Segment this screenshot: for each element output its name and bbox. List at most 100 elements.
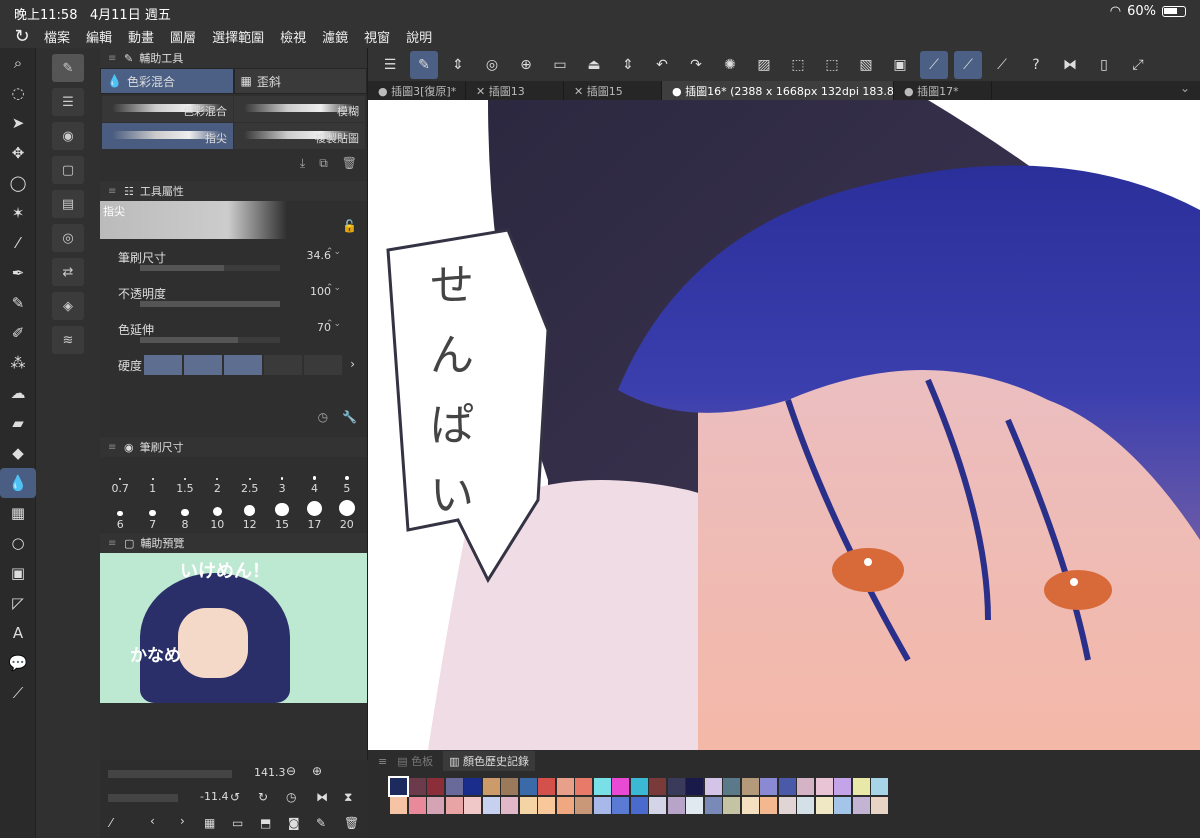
color-swatch[interactable] <box>445 778 463 795</box>
brush-blur[interactable]: 模糊 <box>234 96 365 122</box>
color-swatch[interactable] <box>667 797 685 814</box>
operation-icon[interactable]: ➤ <box>0 108 36 138</box>
color-swatch[interactable] <box>741 797 759 814</box>
edit-icon[interactable]: ✎ <box>316 816 326 830</box>
color-swatch[interactable] <box>482 778 500 795</box>
menu-help[interactable]: 說明 <box>406 27 432 46</box>
pencil-icon[interactable]: ✎ <box>0 288 36 318</box>
new-file-icon[interactable]: ⊕ <box>512 51 540 79</box>
color-swatch[interactable] <box>686 797 703 814</box>
brush-finger[interactable]: 指尖 <box>102 123 233 149</box>
navigator-preview[interactable]: いけめん！ かなめ <box>100 553 367 703</box>
drawing-canvas[interactable]: せんぱい <box>368 100 1200 750</box>
brush-size-option[interactable]: 6 <box>104 495 136 531</box>
snap-ruler-icon[interactable]: ⟋ <box>920 50 948 79</box>
doc-tab[interactable]: ✕ 插圖13 <box>466 81 564 100</box>
transform-icon[interactable]: ⬚ <box>784 51 812 79</box>
lasso-icon[interactable]: ◯ <box>0 168 36 198</box>
color-swatch[interactable] <box>741 778 759 795</box>
open-folder-icon[interactable]: ▭ <box>546 51 574 79</box>
color-swatch[interactable] <box>760 797 777 814</box>
prop-opacity[interactable]: 不透明度 100 ⌃⌄ <box>100 275 367 311</box>
loading-icon[interactable]: ✺ <box>716 51 744 79</box>
tab-distort[interactable]: ▦ 歪斜 <box>233 68 367 94</box>
doc-tab-active[interactable]: ● 插圖16* (2388 x 1668px 132dpi 183.8%) <box>662 81 894 100</box>
color-swatch[interactable] <box>575 797 592 814</box>
brush-size-option[interactable]: 4 <box>298 459 330 495</box>
gradient-icon[interactable]: ▦ <box>0 498 36 528</box>
forward-icon[interactable]: › <box>180 814 185 828</box>
color-swatch[interactable] <box>815 797 833 814</box>
menu-animation[interactable]: 動畫 <box>128 27 154 46</box>
tool-property-panel-icon[interactable]: ☰ <box>52 88 84 116</box>
hardness-selector[interactable] <box>144 355 342 375</box>
phone-icon[interactable]: ▯ <box>1090 51 1118 79</box>
wrench-icon[interactable]: 🔧 <box>342 410 357 424</box>
prop-slider[interactable] <box>140 301 280 307</box>
color-swatch[interactable] <box>519 778 537 795</box>
color-swatch[interactable] <box>427 797 444 814</box>
brush-size-option[interactable]: 2 <box>201 459 233 495</box>
sub-tool-panel-icon[interactable]: ✎ <box>52 54 84 82</box>
color-swatch[interactable] <box>501 797 518 814</box>
reset-icon[interactable]: ◷ <box>318 410 328 424</box>
layer-property-icon[interactable]: ◈ <box>52 292 84 320</box>
brush-size-option[interactable]: 1.5 <box>169 459 201 495</box>
color-swatch[interactable] <box>630 797 648 814</box>
color-swatch[interactable] <box>593 778 611 795</box>
color-swatch[interactable] <box>852 797 870 814</box>
stepper-icon[interactable]: ⌃⌄ <box>326 283 341 293</box>
zoom-in-icon[interactable]: ⊕ <box>312 764 322 778</box>
prop-hardness[interactable]: 硬度 › <box>100 347 367 383</box>
color-swatch[interactable] <box>704 797 722 814</box>
rotate-left-icon[interactable]: ↺ <box>230 790 240 804</box>
zoom-slider[interactable] <box>108 770 232 778</box>
redo-icon[interactable]: ↷ <box>682 51 710 79</box>
fill-icon[interactable]: ◆ <box>0 438 36 468</box>
menu-filter[interactable]: 濾鏡 <box>322 27 348 46</box>
eyedropper-icon[interactable]: ⁄ <box>0 228 36 258</box>
color-swatch[interactable] <box>593 797 611 814</box>
brush-size-option[interactable]: 3 <box>266 459 298 495</box>
deselect-icon[interactable]: ⬚ <box>818 51 846 79</box>
color-swatch[interactable] <box>501 778 518 795</box>
stepper-icon[interactable]: ⌃⌄ <box>326 247 341 257</box>
figure-icon[interactable]: ○ <box>0 528 36 558</box>
brush-size-option[interactable]: 15 <box>266 495 298 531</box>
angle-slider[interactable] <box>108 794 178 802</box>
history-panel-icon[interactable]: ⇄ <box>52 258 84 286</box>
tabs-dropdown-icon[interactable]: ⌄ <box>1180 81 1200 100</box>
ruler-icon[interactable]: ◸ <box>0 588 36 618</box>
navigator-panel-icon[interactable]: ▢ <box>52 156 84 184</box>
menu-view[interactable]: 檢視 <box>280 27 306 46</box>
color-swatch[interactable] <box>686 778 703 795</box>
stepper-icon[interactable]: ⇕ <box>614 51 642 79</box>
duplicate-icon[interactable]: ⧉ <box>319 156 328 171</box>
doc-tab[interactable]: ✕ 插圖15 <box>564 81 662 100</box>
save-icon[interactable]: ⏏ <box>580 51 608 79</box>
ring-icon[interactable]: ◎ <box>478 51 506 79</box>
color-wheel-panel-icon[interactable]: ◎ <box>52 224 84 252</box>
select-all-icon[interactable]: ▣ <box>886 51 914 79</box>
fullscreen-icon[interactable]: ⤢ <box>1124 51 1152 79</box>
prop-color-stretch[interactable]: 色延伸 70 ⌃⌄ <box>100 311 367 347</box>
flip-vertical-icon[interactable]: ⧗ <box>344 790 352 805</box>
brush-copy-stamp[interactable]: 複製貼圖 <box>234 123 365 149</box>
decoration-icon[interactable]: ☁ <box>0 378 36 408</box>
color-swatch[interactable] <box>464 797 481 814</box>
brush-icon[interactable]: ✐ <box>0 318 36 348</box>
zoom-out-icon[interactable]: ⊖ <box>286 764 296 778</box>
brush-size-option[interactable]: 0.7 <box>104 459 136 495</box>
back-icon[interactable]: ‹ <box>150 814 155 828</box>
color-swatch[interactable] <box>612 778 629 795</box>
move-icon[interactable]: ✥ <box>0 138 36 168</box>
color-swatch[interactable] <box>464 778 481 795</box>
color-swatch[interactable] <box>427 778 444 795</box>
color-swatch[interactable] <box>704 778 722 795</box>
color-swatch[interactable] <box>797 778 814 795</box>
balloon-icon[interactable]: 💬 <box>0 648 36 678</box>
color-swatch[interactable] <box>519 797 537 814</box>
brush-size-option[interactable]: 20 <box>331 495 363 531</box>
color-swatch[interactable] <box>630 778 648 795</box>
color-swatch[interactable] <box>612 797 629 814</box>
